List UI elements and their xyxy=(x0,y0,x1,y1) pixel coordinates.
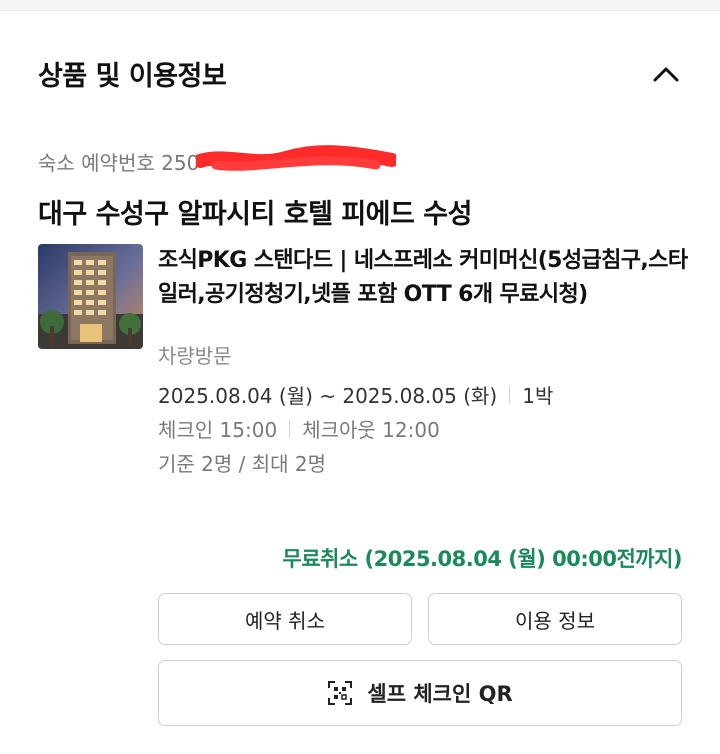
chevron-up-icon xyxy=(653,67,679,82)
checkin-time: 체크인 15:00 xyxy=(158,418,278,442)
redaction-scribble xyxy=(196,145,396,171)
date-range: 2025.08.04 (월) ~ 2025.08.05 (화) xyxy=(158,384,498,408)
room-name: 조식PKG 스탠다드 | 네스프레소 커미머신(5성급침구,스타일러,공기정청기… xyxy=(158,248,688,307)
divider xyxy=(289,419,291,438)
reservation-number-label: 숙소 예약번호 250 xyxy=(38,151,200,175)
guest-capacity: 기준 2명 / 최대 2명 xyxy=(158,452,327,476)
section-title: 상품 및 이용정보 xyxy=(38,61,227,92)
free-cancellation-notice: 무료취소 (2025.08.04 (월) 00:00전까지) xyxy=(282,547,682,571)
nights: 1박 xyxy=(522,384,554,408)
stay-dates: 2025.08.04 (월) ~ 2025.08.05 (화) 1박 xyxy=(158,380,553,409)
top-divider xyxy=(0,0,720,11)
usage-info-button[interactable]: 이용 정보 xyxy=(428,593,682,645)
checkin-checkout: 체크인 15:00 체크아웃 12:00 xyxy=(158,414,440,443)
checkout-time: 체크아웃 12:00 xyxy=(302,418,440,442)
self-checkin-qr-label: 셀프 체크인 QR xyxy=(367,682,513,706)
qr-code-icon xyxy=(328,681,353,705)
usage-info-label: 이용 정보 xyxy=(515,608,595,633)
collapse-button[interactable] xyxy=(646,54,686,94)
cancel-reservation-button[interactable]: 예약 취소 xyxy=(158,593,412,645)
cancel-reservation-label: 예약 취소 xyxy=(245,608,325,633)
visit-type: 차량방문 xyxy=(158,344,232,368)
self-checkin-qr-button[interactable]: 셀프 체크인 QR xyxy=(158,660,682,726)
hotel-name: 대구 수성구 알파시티 호텔 피에드 수성 xyxy=(38,199,472,230)
hotel-thumbnail xyxy=(38,244,143,349)
product-usage-card: 상품 및 이용정보 숙소 예약번호 250 대구 수성구 알파시티 호텔 피에드… xyxy=(0,0,720,754)
divider xyxy=(509,385,511,404)
reservation-number: 숙소 예약번호 250 xyxy=(38,147,199,176)
